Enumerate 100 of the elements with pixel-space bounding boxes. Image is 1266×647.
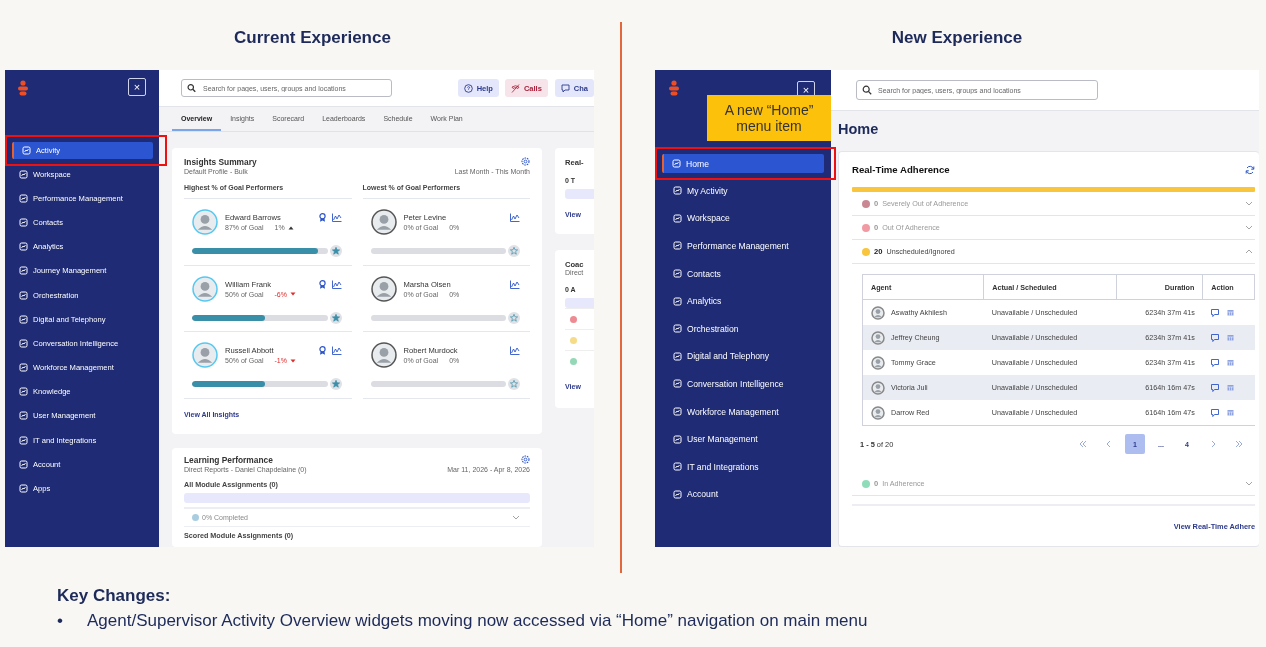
nav-item[interactable]: My Activity [655, 177, 831, 205]
star-icon [508, 311, 520, 324]
chat-icon [560, 83, 570, 93]
nav-item[interactable]: Digital and Telephony [655, 342, 831, 371]
nav-icon [19, 290, 28, 300]
calendar-icon [1226, 308, 1234, 316]
nav-icon [673, 462, 682, 472]
calendar-icon [1226, 383, 1234, 391]
previous-page-icon [1105, 440, 1113, 448]
nav-item[interactable]: Account [655, 480, 831, 509]
nav-icon [19, 193, 28, 203]
chevron-down-icon [1245, 201, 1253, 206]
nav-item[interactable]: Workforce Management [655, 397, 831, 426]
chat-icon [1210, 358, 1219, 367]
calendar-icon [1226, 333, 1234, 341]
nav-icon [19, 411, 28, 421]
calendar-icon [1226, 408, 1234, 416]
logo-icon [18, 80, 28, 96]
gear-icon [521, 157, 530, 166]
avatar [192, 275, 218, 302]
logo-icon [669, 80, 679, 96]
nav-item[interactable]: Home [662, 154, 824, 173]
avatar [370, 275, 397, 302]
refresh-icon [1245, 164, 1255, 175]
nav-icon [19, 217, 28, 227]
chevron-down-icon [1245, 225, 1253, 230]
bullet-marker: • [57, 611, 64, 631]
chevron-down-icon [512, 515, 520, 520]
nav-icon [673, 213, 682, 223]
chart-icon [510, 213, 520, 222]
nav-item[interactable]: Analytics [655, 287, 831, 315]
last-page-icon [1235, 440, 1243, 448]
chat-icon [1210, 383, 1219, 392]
nav-icon [673, 324, 682, 334]
nav-icon [22, 146, 31, 155]
chart-icon [510, 346, 520, 355]
nav-icon [19, 435, 28, 445]
nav-item[interactable]: Workspace [655, 204, 831, 233]
callout: A new “Home” menu item [707, 95, 831, 141]
nav-icon [673, 269, 682, 279]
phone-off-icon [510, 83, 520, 93]
avatar [871, 405, 885, 420]
chart-icon [510, 279, 520, 289]
avatar [871, 355, 885, 370]
chat-icon [1210, 308, 1219, 317]
status-dot [192, 514, 199, 521]
star-icon [508, 378, 520, 390]
nav-icon [19, 459, 28, 469]
star-icon [329, 245, 342, 257]
nav-icon [19, 484, 28, 494]
nav-icon [19, 314, 28, 324]
page-title: Home [837, 120, 880, 139]
bullet-text: Agent/Supervisor Activity Overview widgets moving now accessed via “Home” navigation on main menu [87, 611, 868, 631]
nav-item[interactable]: Orchestration [655, 314, 831, 343]
calendar-icon [1226, 358, 1234, 366]
gear-icon [521, 455, 530, 464]
chat-icon [1210, 408, 1219, 417]
nav-icon [673, 351, 682, 361]
avatar [192, 209, 218, 235]
star-icon [329, 311, 342, 324]
chart-icon [331, 346, 342, 355]
star-icon [329, 378, 342, 390]
nav-icon [672, 159, 681, 168]
avatar [871, 305, 885, 320]
help-icon [463, 83, 473, 93]
nav-icon [673, 407, 682, 417]
nav-icon [19, 338, 28, 348]
nav-icon [19, 169, 28, 179]
avatar [871, 380, 885, 395]
nav-icon [673, 379, 682, 389]
nav-item[interactable]: IT and Integrations [655, 452, 831, 481]
card-title: Real-Time Adherence [852, 164, 950, 175]
nav-icon [19, 387, 28, 397]
star-icon [508, 245, 520, 257]
chevron-up-icon [1245, 249, 1253, 254]
nav-item[interactable]: User Management [655, 425, 831, 453]
avatar [370, 342, 397, 368]
card-title: Learning Performance [184, 455, 274, 465]
nav-icon [19, 363, 28, 373]
nav-icon [19, 242, 28, 252]
avatar [192, 342, 218, 368]
chart-icon [331, 279, 342, 289]
nav-icon [673, 489, 682, 499]
nav-icon [673, 186, 682, 196]
chat-icon [1210, 333, 1219, 342]
nav-item[interactable]: Contacts [655, 259, 831, 288]
section-heading: New Experience [890, 27, 1024, 49]
card-title: Insights Summary [184, 157, 257, 167]
first-page-icon [1079, 440, 1087, 448]
nav-item[interactable]: Conversation Intelligence [655, 370, 831, 398]
avatar [370, 209, 397, 235]
nav-icon [673, 241, 682, 251]
section-heading: Current Experience [233, 27, 392, 49]
close-button[interactable]: × [128, 78, 146, 96]
nav-item[interactable]: Performance Management [655, 232, 831, 260]
chevron-down-icon [1245, 481, 1253, 486]
chart-icon [331, 213, 342, 222]
nav-icon [19, 266, 28, 276]
nav-icon [673, 296, 682, 306]
key-changes-title: Key Changes: [57, 586, 172, 606]
